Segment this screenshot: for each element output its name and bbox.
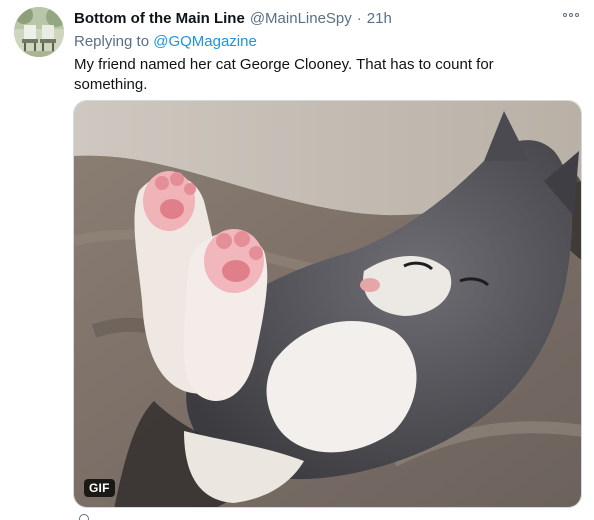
user-handle[interactable]: @MainLineSpy	[250, 10, 352, 27]
tweet[interactable]: Bottom of the Main Line @MainLineSpy · 2…	[0, 0, 594, 520]
separator-dot: ·	[356, 9, 362, 27]
reply-icon[interactable]	[79, 514, 89, 520]
replying-prefix: Replying to	[74, 33, 150, 50]
replying-to: Replying to @GQMagazine	[74, 32, 582, 52]
display-name[interactable]: Bottom of the Main Line	[74, 10, 245, 27]
avatar-image	[14, 7, 64, 57]
more-horizontal-icon[interactable]	[560, 6, 582, 24]
avatar[interactable]	[14, 7, 64, 57]
gif-media[interactable]: GIF	[73, 100, 582, 508]
tweet-header: Bottom of the Main Line @MainLineSpy · 2…	[74, 8, 582, 28]
gif-badge: GIF	[84, 479, 115, 497]
reply-mention-link[interactable]: @GQMagazine	[153, 33, 257, 50]
tweet-content: Bottom of the Main Line @MainLineSpy · 2…	[74, 8, 582, 95]
kitten-gif	[74, 101, 581, 507]
timestamp[interactable]: 21h	[367, 10, 392, 27]
tweet-text: My friend named her cat George Clooney. …	[74, 56, 494, 93]
